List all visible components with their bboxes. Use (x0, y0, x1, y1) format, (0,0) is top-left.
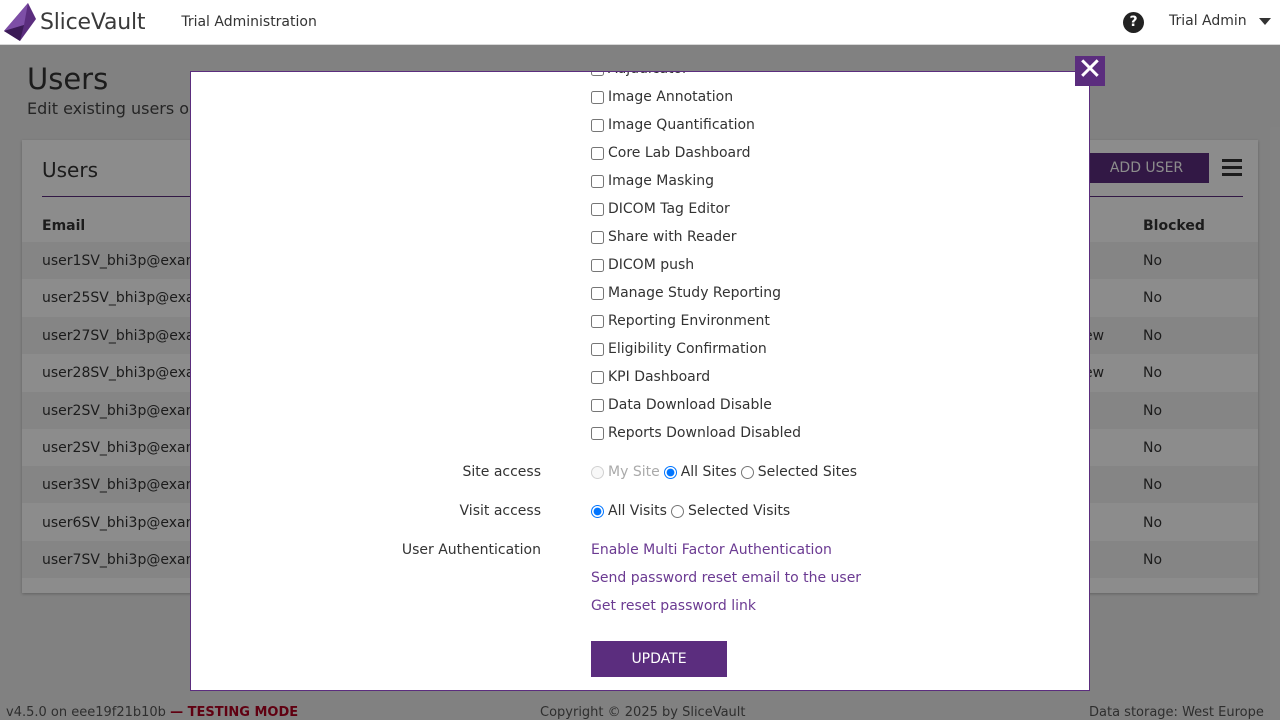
permission-image-annotation[interactable]: Image Annotation (591, 87, 733, 107)
permission-checkbox[interactable] (591, 202, 604, 216)
permission-label: DICOM Tag Editor (608, 201, 730, 217)
site-access-selected-sites[interactable]: Selected Sites (740, 464, 857, 480)
permission-label: Eligibility Confirmation (608, 341, 767, 357)
permission-checkbox[interactable] (591, 90, 604, 104)
permission-checkbox[interactable] (591, 426, 604, 440)
permission-label: Image Annotation (608, 89, 734, 105)
site-access-options: My Site All Sites Selected Sites (591, 464, 861, 480)
get-reset-link-link[interactable]: Get reset password link (591, 598, 756, 614)
enable-mfa-link[interactable]: Enable Multi Factor Authentication (591, 542, 832, 558)
permission-reporting-environment[interactable]: Reporting Environment (591, 311, 770, 331)
permission-checkbox[interactable] (591, 258, 604, 272)
permission-label: Reports Download Disabled (608, 425, 802, 441)
permission-image-quantification[interactable]: Image Quantification (591, 115, 755, 135)
visit-access-selected-visits[interactable]: Selected Visits (670, 503, 790, 519)
permission-checkbox[interactable] (591, 342, 604, 356)
slicevault-logo-icon (4, 3, 36, 41)
permission-label: Image Masking (608, 173, 715, 189)
site-access-all-sites[interactable]: All Sites (663, 464, 737, 480)
permission-checkbox[interactable] (591, 370, 604, 384)
permission-label: Manage Study Reporting (608, 285, 781, 301)
nav-trial-administration[interactable]: Trial Administration (181, 14, 317, 30)
update-button[interactable]: UPDATE (591, 641, 727, 677)
permission-label: Core Lab Dashboard (608, 145, 751, 161)
permission-checkbox[interactable] (591, 230, 604, 244)
logo-text: SliceVault (40, 9, 146, 35)
permission-label: Reporting Environment (608, 313, 770, 329)
edit-user-modal: Adjudicator Image Annotation Image Quantif… (190, 71, 1090, 691)
send-reset-email-link[interactable]: Send password reset email to the user (591, 570, 861, 586)
permission-label: Image Quantification (608, 117, 755, 133)
permission-label: Adjudicator (608, 72, 688, 77)
site-access-label: Site access (462, 464, 541, 480)
top-navbar: SliceVault Trial Administration ? Trial … (0, 0, 1280, 45)
permission-checkbox[interactable] (591, 146, 604, 160)
help-icon[interactable]: ? (1123, 12, 1144, 33)
close-icon[interactable]: ✕ (1075, 55, 1105, 86)
site-access-my-site: My Site (591, 464, 660, 480)
permission-reports-download-disabled[interactable]: Reports Download Disabled (591, 423, 801, 443)
permission-checkbox[interactable] (591, 314, 604, 328)
user-menu[interactable]: Trial Admin (1169, 13, 1271, 29)
permission-label: KPI Dashboard (608, 369, 711, 385)
permission-dicom-push[interactable]: DICOM push (591, 255, 694, 275)
permission-image-masking[interactable]: Image Masking (591, 171, 714, 191)
permission-kpi-dashboard[interactable]: KPI Dashboard (591, 367, 710, 387)
visit-access-all-visits[interactable]: All Visits (591, 503, 667, 519)
user-name: Trial Admin (1169, 13, 1247, 29)
permission-adjudicator[interactable]: Adjudicator (591, 72, 688, 79)
visit-access-label: Visit access (459, 503, 541, 519)
permission-dicom-tag-editor[interactable]: DICOM Tag Editor (591, 199, 730, 219)
permission-checkbox[interactable] (591, 72, 604, 76)
visit-access-options: All Visits Selected Visits (591, 503, 794, 519)
logo[interactable]: SliceVault (4, 3, 146, 41)
permission-checkbox[interactable] (591, 174, 604, 188)
permission-eligibility-confirmation[interactable]: Eligibility Confirmation (591, 339, 767, 359)
permission-label: DICOM push (608, 257, 695, 273)
permission-label: Share with Reader (608, 229, 737, 245)
permission-checkbox[interactable] (591, 398, 604, 412)
permission-share-with-reader[interactable]: Share with Reader (591, 227, 737, 247)
permission-core-lab-dashboard[interactable]: Core Lab Dashboard (591, 143, 751, 163)
permission-label: Data Download Disable (608, 397, 772, 413)
user-auth-label: User Authentication (401, 542, 541, 558)
permission-data-download-disable[interactable]: Data Download Disable (591, 395, 772, 415)
permission-checkbox[interactable] (591, 118, 604, 132)
permission-manage-study-reporting[interactable]: Manage Study Reporting (591, 283, 781, 303)
permission-checkbox[interactable] (591, 286, 604, 300)
caret-down-icon (1258, 17, 1271, 25)
